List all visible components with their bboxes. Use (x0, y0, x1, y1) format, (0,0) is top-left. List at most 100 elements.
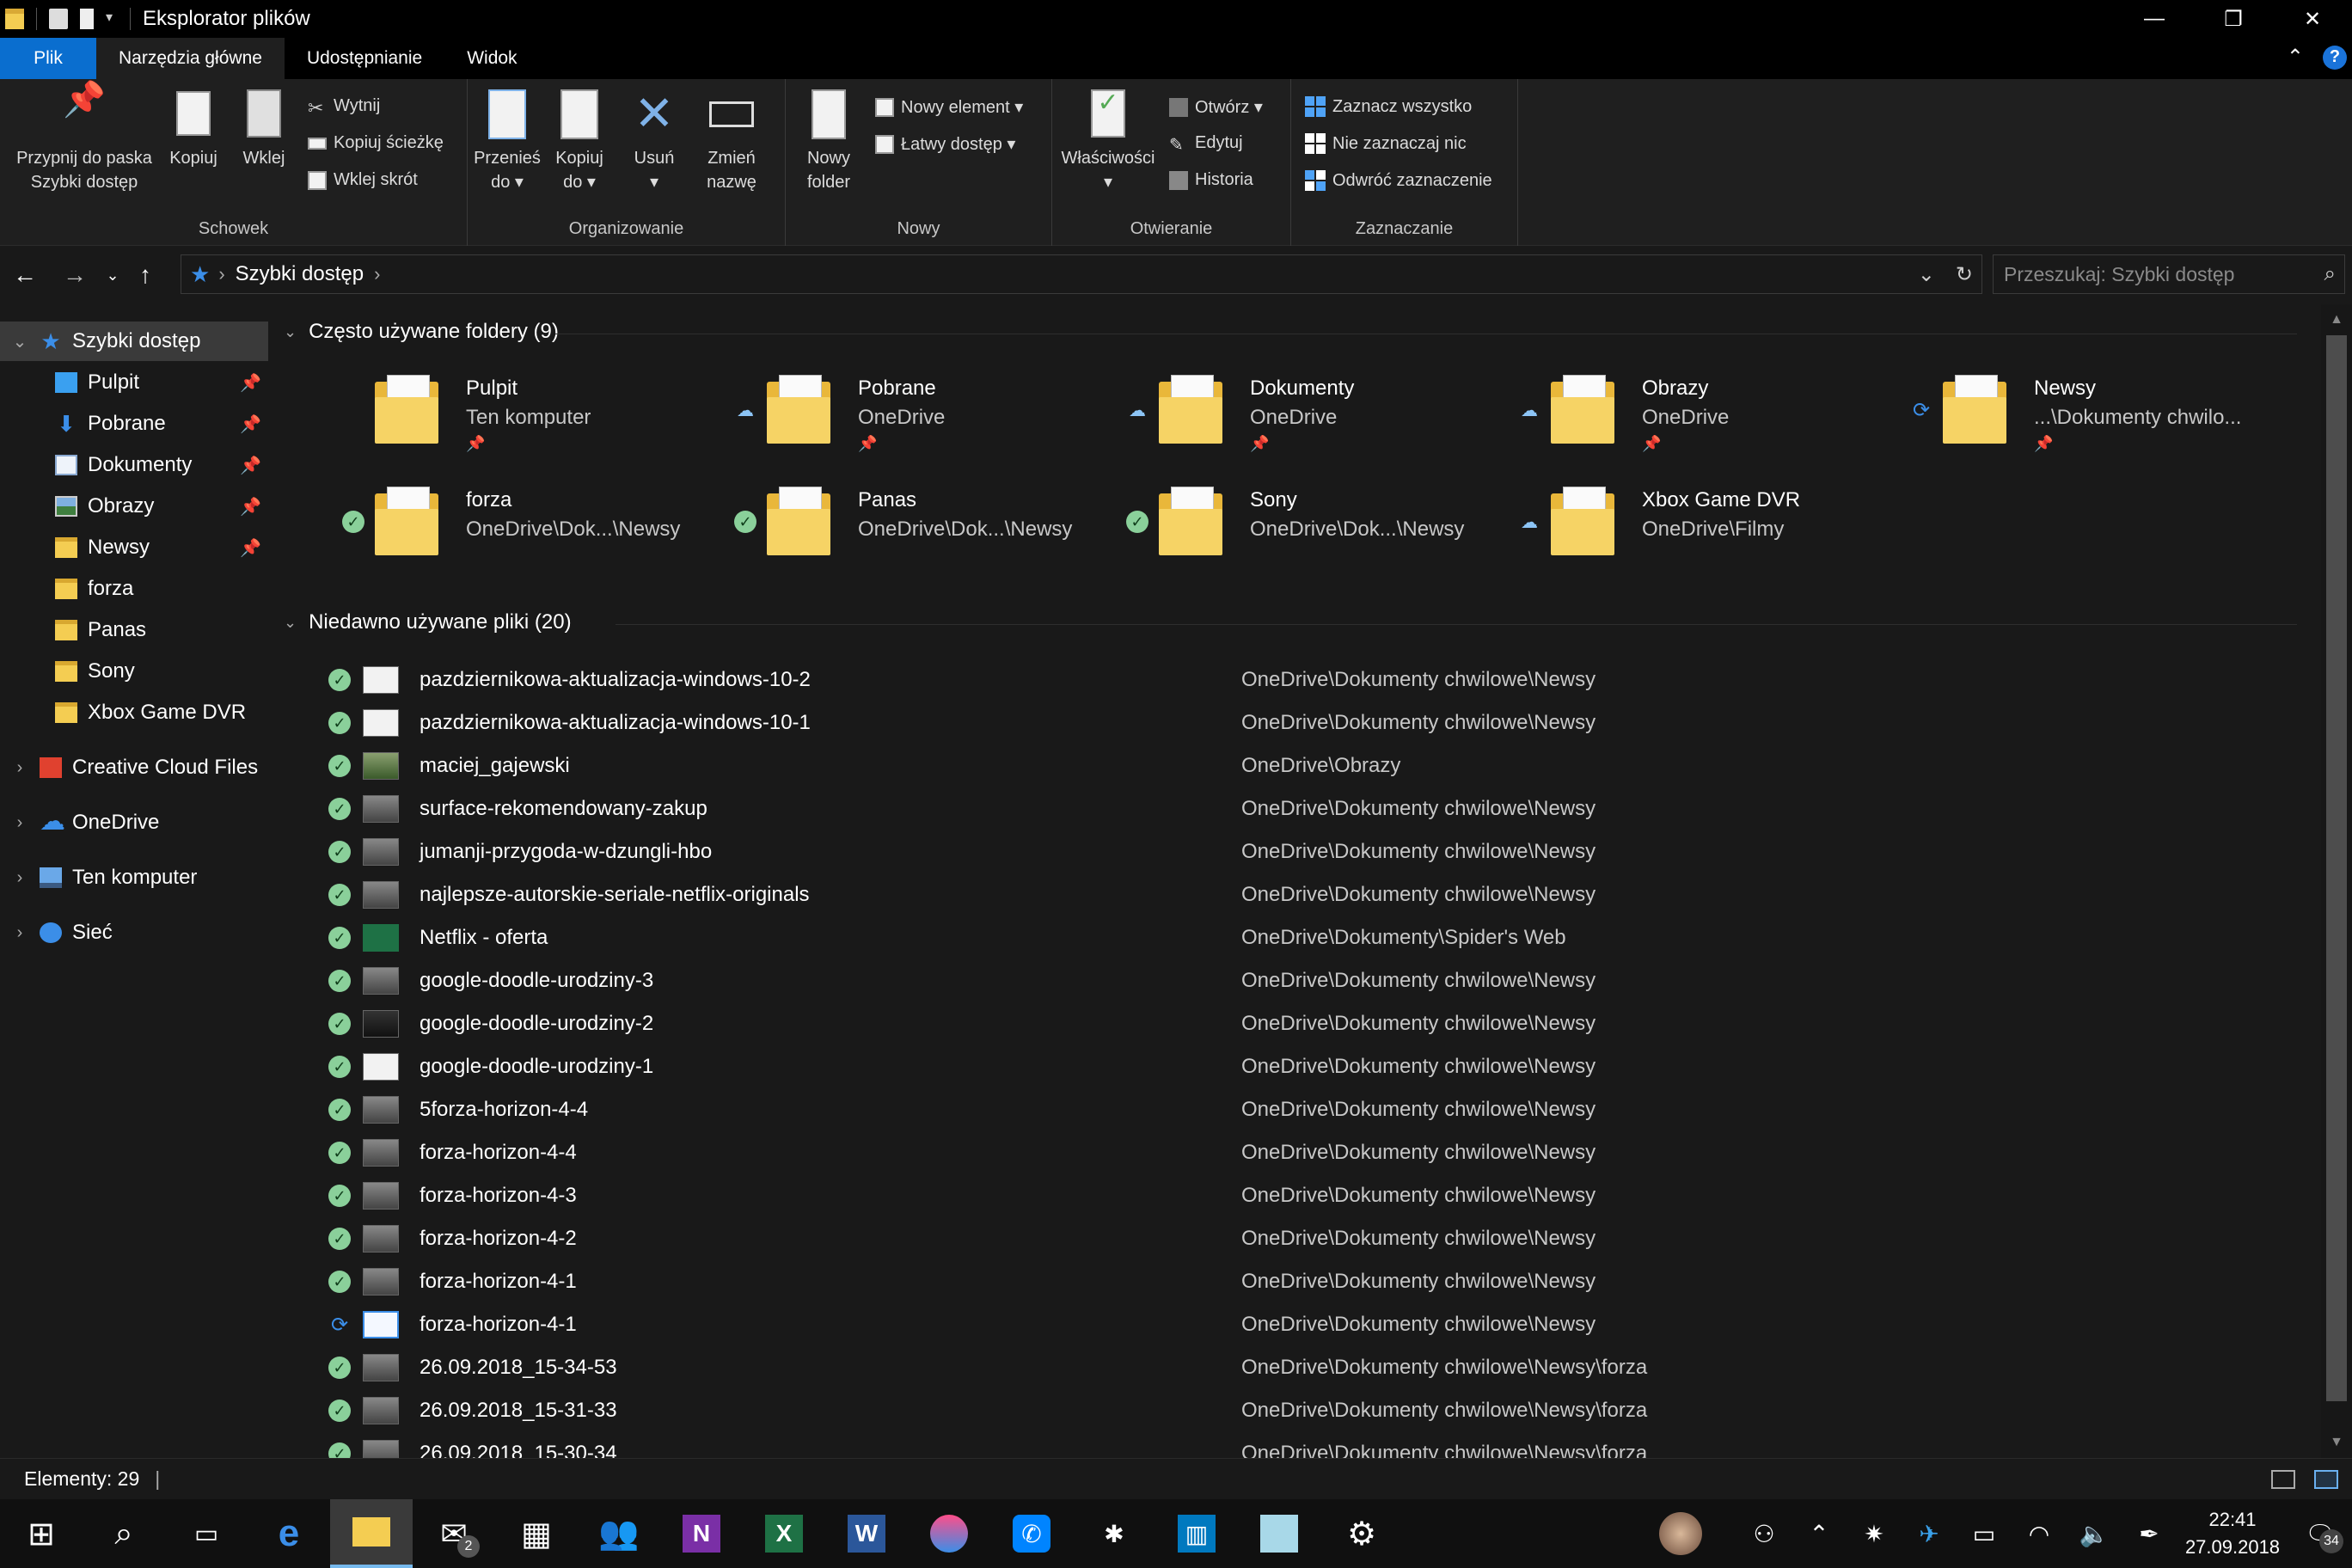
pin-icon[interactable]: 📌 (858, 435, 877, 453)
trello-icon[interactable]: ▥ (1155, 1499, 1238, 1568)
wifi-icon[interactable]: ◠ (2012, 1520, 2067, 1548)
folder-tile[interactable]: ⟳ Newsy ...\Dokumenty chwilo... 📌 (1910, 370, 2288, 462)
file-row[interactable]: ✓ forza-horizon-4-1 OneDrive\Dokumenty chw… (328, 1260, 2288, 1303)
breadcrumb-separator-icon[interactable]: › (374, 263, 380, 285)
minimize-button[interactable]: — (2115, 0, 2194, 38)
slack-icon[interactable]: ✱ (1073, 1499, 1155, 1568)
select-none-button[interactable]: Nie zaznaczaj nic (1305, 133, 1467, 154)
back-arrow-icon[interactable]: ← (0, 261, 50, 289)
sidebar-item-sony[interactable]: Sony (0, 652, 268, 691)
folder-tile[interactable]: Pulpit Ten komputer 📌 (342, 370, 720, 462)
telegram-icon[interactable]: ✈ (1902, 1520, 1957, 1548)
folder-tile[interactable]: ✓ Panas OneDrive\Dok...\Newsy (734, 481, 1112, 574)
explorer-folder-icon[interactable] (5, 9, 24, 29)
copy-path-button[interactable]: Kopiuj ścieżkę (308, 133, 444, 153)
tab-home[interactable]: Narzędzia główne (96, 38, 285, 79)
sidebar-item-quick-access[interactable]: ⌄ ★ Szybki dostęp (0, 322, 268, 361)
sidebar-item-pulpit[interactable]: Pulpit 📌 (0, 363, 268, 402)
collapse-chevron-icon[interactable]: ⌄ (284, 614, 297, 632)
file-row[interactable]: ✓ pazdziernikowa-aktualizacja-windows-10-… (328, 658, 2288, 701)
sidebar-item-obrazy[interactable]: Obrazy 📌 (0, 487, 268, 526)
move-to-button[interactable]: Przenieś do ▾ (473, 88, 542, 194)
scroll-down-arrow-icon[interactable]: ▼ (2321, 1427, 2352, 1458)
recent-locations-chevron-icon[interactable]: ⌄ (100, 266, 126, 285)
close-button[interactable]: ✕ (2273, 0, 2352, 38)
sidebar-item-forza[interactable]: forza (0, 569, 268, 609)
sidebar-item-newsy[interactable]: Newsy 📌 (0, 528, 268, 567)
clock[interactable]: 22:41 27.09.2018 (2177, 1506, 2288, 1561)
copy-to-button[interactable]: Kopiuj do ▾ (547, 88, 612, 194)
pin-icon[interactable]: 📌 (466, 435, 485, 453)
open-button[interactable]: Otwórz ▾ (1169, 96, 1263, 118)
settings-gear-icon[interactable]: ⚙ (1320, 1499, 1403, 1568)
file-row[interactable]: ✓ maciej_gajewski OneDrive\Obrazy (328, 744, 2288, 787)
edge-browser-icon[interactable]: e (248, 1499, 330, 1568)
pin-icon[interactable]: 📌 (2034, 435, 2053, 453)
file-row[interactable]: ✓ Netflix - oferta OneDrive\Dokumenty\Spid… (328, 916, 2288, 959)
folder-tile[interactable]: ☁ Dokumenty OneDrive 📌 (1126, 370, 1504, 462)
show-hidden-icons-chevron-icon[interactable]: ⌃ (1792, 1520, 1847, 1548)
cut-button[interactable]: ✂ Wytnij (308, 96, 380, 119)
folder-tile[interactable]: ✓ Sony OneDrive\Dok...\Newsy (1126, 481, 1504, 574)
maximize-button[interactable]: ❐ (2194, 0, 2273, 38)
pin-icon[interactable]: 📌 (240, 413, 261, 435)
sidebar-item-this-pc[interactable]: › Ten komputer (0, 858, 268, 897)
easy-access-button[interactable]: Łatwy dostęp ▾ (875, 133, 1015, 155)
avatar[interactable] (1659, 1512, 1702, 1555)
onenote-icon[interactable]: N (660, 1499, 743, 1568)
scrollbar-thumb[interactable] (2326, 335, 2347, 1401)
sidebar-item-pobrane[interactable]: ⬇ Pobrane 📌 (0, 404, 268, 444)
pin-icon[interactable]: 📌 (240, 496, 261, 518)
file-row[interactable]: ✓ 26.09.2018_15-31-33 OneDrive\Dokumenty c… (328, 1389, 2288, 1432)
search-input[interactable]: Przeszukaj: Szybki dostęp ⌕ (1993, 254, 2345, 294)
paint-3d-icon[interactable] (908, 1499, 990, 1568)
tab-share[interactable]: Udostępnianie (285, 38, 444, 79)
file-row[interactable]: ✓ najlepsze-autorskie-seriale-netflix-ori… (328, 873, 2288, 916)
file-row[interactable]: ✓ 26.09.2018_15-34-53 OneDrive\Dokumenty c… (328, 1346, 2288, 1389)
file-row[interactable]: ✓ forza-horizon-4-4 OneDrive\Dokumenty chw… (328, 1131, 2288, 1174)
file-row[interactable]: ✓ forza-horizon-4-3 OneDrive\Dokumenty chw… (328, 1174, 2288, 1217)
paste-shortcut-button[interactable]: Wklej skrót (308, 170, 418, 190)
properties-button[interactable]: ✓ Właściwości ▾ (1057, 88, 1159, 194)
file-row[interactable]: ✓ 5forza-horizon-4-4 OneDrive\Dokumenty ch… (328, 1088, 2288, 1131)
collapse-chevron-icon[interactable]: ⌄ (284, 323, 297, 341)
delete-button[interactable]: ✕ Usuń ▾ (624, 88, 684, 194)
select-all-button[interactable]: Zaznacz wszystko (1305, 96, 1472, 117)
tab-view[interactable]: Widok (444, 38, 539, 79)
sidebar-item-creative-cloud[interactable]: › Creative Cloud Files (0, 748, 268, 787)
folder-tile[interactable]: ☁ Obrazy OneDrive 📌 (1518, 370, 1896, 462)
mail-icon[interactable]: ✉ 2 (413, 1499, 495, 1568)
pen-workspace-icon[interactable]: ✒ (2122, 1520, 2177, 1548)
paste-button[interactable]: Wklej (234, 88, 294, 170)
file-row[interactable]: ✓ pazdziernikowa-aktualizacja-windows-10-… (328, 701, 2288, 744)
up-arrow-icon[interactable]: ↑ (126, 261, 165, 289)
pin-icon[interactable]: 📌 (1250, 435, 1269, 453)
file-row[interactable]: ✓ google-doodle-urodziny-2 OneDrive\Dokume… (328, 1002, 2288, 1045)
pin-to-quick-access-button[interactable]: 📌 Przypnij do paska Szybki dostęp (7, 83, 162, 194)
history-button[interactable]: Historia (1169, 170, 1253, 190)
large-icons-view-icon[interactable] (2314, 1469, 2338, 1489)
people-icon[interactable]: 👥 (578, 1499, 660, 1568)
sidebar-item-onedrive[interactable]: › ☁ OneDrive (0, 803, 268, 842)
details-view-icon[interactable] (2271, 1469, 2295, 1489)
frequent-folders-header[interactable]: ⌄ Często używane foldery (9) (284, 320, 559, 344)
calendar-icon[interactable]: ▦ (495, 1499, 578, 1568)
expand-chevron-icon[interactable]: › (0, 923, 40, 943)
file-row[interactable]: ✓ forza-horizon-4-2 OneDrive\Dokumenty chw… (328, 1217, 2288, 1260)
pin-icon[interactable]: 📌 (240, 372, 261, 394)
expand-chevron-icon[interactable]: ⌄ (0, 331, 40, 352)
edit-button[interactable]: ✎ Edytuj (1169, 133, 1243, 155)
copy-button[interactable]: Kopiuj (163, 88, 224, 170)
pin-icon[interactable]: 📌 (1642, 435, 1661, 453)
rename-button[interactable]: Zmień nazwę (693, 88, 770, 194)
tab-file[interactable]: Plik (0, 38, 96, 79)
new-folder-quick-icon[interactable] (80, 9, 94, 29)
folder-tile[interactable]: ☁ Xbox Game DVR OneDrive\Filmy (1518, 481, 1896, 574)
pin-icon[interactable]: 📌 (240, 537, 261, 559)
folder-tile[interactable]: ☁ Pobrane OneDrive 📌 (734, 370, 1112, 462)
properties-quick-icon[interactable] (49, 9, 68, 29)
breadcrumb-quick-access[interactable]: Szybki dostęp (236, 262, 364, 286)
excel-app-icon[interactable]: X (743, 1499, 825, 1568)
address-field[interactable]: ★ › Szybki dostęp › ⌄ ↻ (181, 254, 1982, 294)
expand-chevron-icon[interactable]: › (0, 758, 40, 778)
